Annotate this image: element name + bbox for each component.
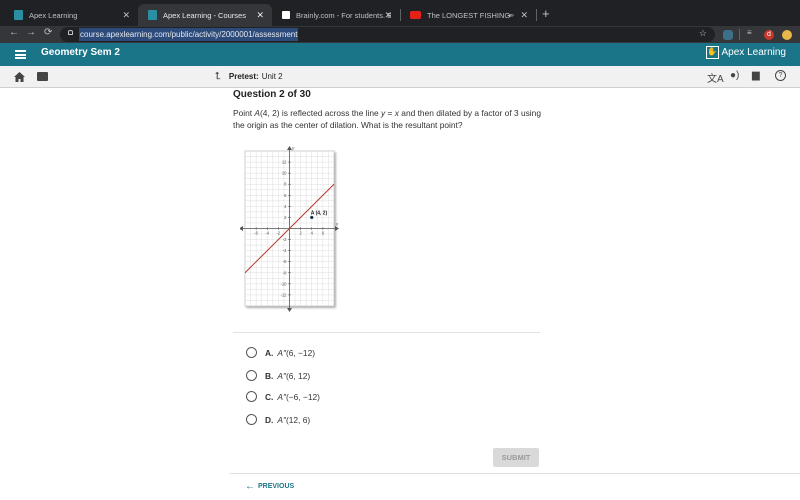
browser-tab-brainly[interactable]: Brainly.com - For students. By ✕ (272, 4, 401, 26)
print-icon[interactable]: ▆ (752, 70, 760, 81)
y-axis-arrow-down (287, 308, 292, 312)
home-icon[interactable] (14, 72, 25, 82)
option-value: (6, 12) (285, 370, 311, 381)
tab-separator (536, 9, 537, 21)
bookmark-star-icon[interactable]: ☆ (699, 28, 707, 39)
brainly-favicon-icon (282, 11, 290, 19)
option-value: (6, −12) (285, 347, 316, 358)
close-tab-icon[interactable]: ✕ (384, 10, 392, 21)
help-icon[interactable]: ? (775, 70, 786, 81)
text-segment: (4, 2) is reflected across the line (260, 108, 382, 118)
read-aloud-icon[interactable]: ●) (730, 70, 739, 81)
reload-icon[interactable]: ⟳ (44, 27, 52, 38)
close-tab-icon[interactable]: ✕ (256, 10, 264, 21)
address-bar[interactable]: course.apexlearning.com/public/activity/… (60, 27, 715, 42)
option-value: (−6, −12) (285, 391, 320, 402)
tab-title: Apex Learning - Courses (163, 10, 246, 20)
y-tick-label: -10 (280, 281, 287, 286)
url-text[interactable]: course.apexlearning.com/public/activity/… (79, 28, 299, 41)
briefcase-icon[interactable] (37, 72, 48, 81)
extension-coin-icon[interactable] (782, 30, 792, 40)
back-icon[interactable]: ← (9, 27, 19, 38)
translate-icon[interactable]: 文A (707, 70, 724, 85)
menu-icon[interactable] (15, 50, 26, 59)
x-tick-label: -4 (265, 231, 269, 236)
answer-option-d[interactable]: D. A″ (12, 6) (246, 414, 310, 425)
new-tab-button[interactable]: + (542, 6, 550, 21)
answer-option-b[interactable]: B. A″ (6, 12) (246, 370, 310, 381)
pretest-label: Pretest: (228, 72, 259, 81)
radio-button[interactable] (246, 414, 257, 425)
tab-title: Brainly.com - For students. By (296, 10, 391, 20)
browser-tab-apex-learning[interactable]: Apex Learning ✕ (4, 4, 138, 26)
tab-title: Apex Learning (29, 10, 78, 20)
browser-tab-bar: Apex Learning ✕ Apex Learning - Courses … (0, 0, 800, 26)
youtube-favicon-icon (410, 11, 421, 19)
extension-icon[interactable] (723, 30, 733, 40)
footer-divider (230, 473, 800, 474)
y-tick-label: 10 (282, 171, 287, 176)
apex-favicon-icon (148, 10, 157, 20)
x-axis-arrow-right (335, 226, 339, 231)
close-tab-icon[interactable]: ✕ (520, 10, 528, 21)
option-letter: B. (265, 370, 274, 381)
option-letter: D. (265, 414, 274, 425)
answer-option-c[interactable]: C. A″ (−6, −12) (246, 391, 320, 402)
previous-button[interactable]: ← PREVIOUS (245, 481, 294, 492)
y-tick-label: -12 (280, 292, 287, 297)
radio-button[interactable] (246, 391, 257, 402)
browser-toolbar: ← → ⟳ course.apexlearning.com/public/act… (0, 26, 800, 43)
option-point: A″ (277, 414, 286, 425)
audio-playing-icon[interactable]: ◂» (508, 12, 514, 19)
browser-tab-youtube[interactable]: The LONGEST FISHING CH ◂» ✕ (400, 4, 537, 26)
option-letter: C. (265, 391, 274, 402)
text-segment: Point (233, 108, 255, 118)
option-point: A″ (277, 370, 286, 381)
coordinate-graph: xy -6 -4 -2 2 4 612108642-2-4-6-8-10-12 A (4,… (240, 146, 339, 312)
y-axis-label: y (291, 146, 295, 151)
text-segment: = (385, 108, 395, 118)
x-axis-arrow-left (240, 226, 243, 231)
x-tick-label: -6 (254, 231, 258, 236)
option-value: (12, 6) (285, 414, 311, 425)
app-header: Geometry Sem 2 ✋ Apex Learning (0, 43, 800, 66)
back-arrow-icon: ← (245, 481, 255, 492)
media-control-icon[interactable]: ≡ (747, 28, 752, 37)
y-tick-label: 12 (282, 160, 287, 165)
close-tab-icon[interactable]: ✕ (122, 10, 130, 21)
lock-icon (68, 30, 73, 35)
radio-button[interactable] (246, 370, 257, 381)
sub-header: ⮤ Pretest: Unit 2 文A ●) ▆ ? (0, 66, 800, 88)
radio-button[interactable] (246, 347, 257, 358)
option-letter: A. (265, 347, 274, 358)
forward-icon[interactable]: → (26, 27, 36, 38)
option-point: A″ (277, 347, 286, 358)
question-counter: Question 2 of 30 (233, 89, 311, 100)
x-axis-label: x (335, 222, 339, 227)
toolbar-separator (739, 29, 740, 40)
apex-logo-icon: ✋ (705, 46, 719, 59)
tab-title: The LONGEST FISHING CH (427, 10, 511, 20)
brand-name: Apex Learning (721, 47, 787, 58)
up-arrow-icon[interactable]: ⮤ (215, 71, 221, 82)
brand-logo: ✋ Apex Learning (705, 46, 787, 59)
option-point: A″ (277, 391, 286, 402)
apex-favicon-icon (14, 10, 23, 20)
x-tick-label: -2 (277, 231, 281, 236)
pretest-breadcrumb: ⮤ Pretest: Unit 2 (215, 71, 283, 82)
submit-button[interactable]: SUBMIT (493, 448, 539, 467)
content-divider (233, 332, 540, 333)
question-text: Point A(4, 2) is reflected across the li… (233, 108, 543, 131)
point-a-label: A (4, 2) (311, 210, 328, 216)
course-title: Geometry Sem 2 (41, 47, 120, 58)
pretest-value: Unit 2 (261, 72, 283, 81)
profile-avatar[interactable]: d (764, 30, 774, 40)
browser-tab-apex-courses[interactable]: Apex Learning - Courses ✕ (138, 4, 272, 26)
previous-label: PREVIOUS (258, 483, 295, 490)
answer-option-a[interactable]: A. A″ (6, −12) (246, 347, 315, 358)
